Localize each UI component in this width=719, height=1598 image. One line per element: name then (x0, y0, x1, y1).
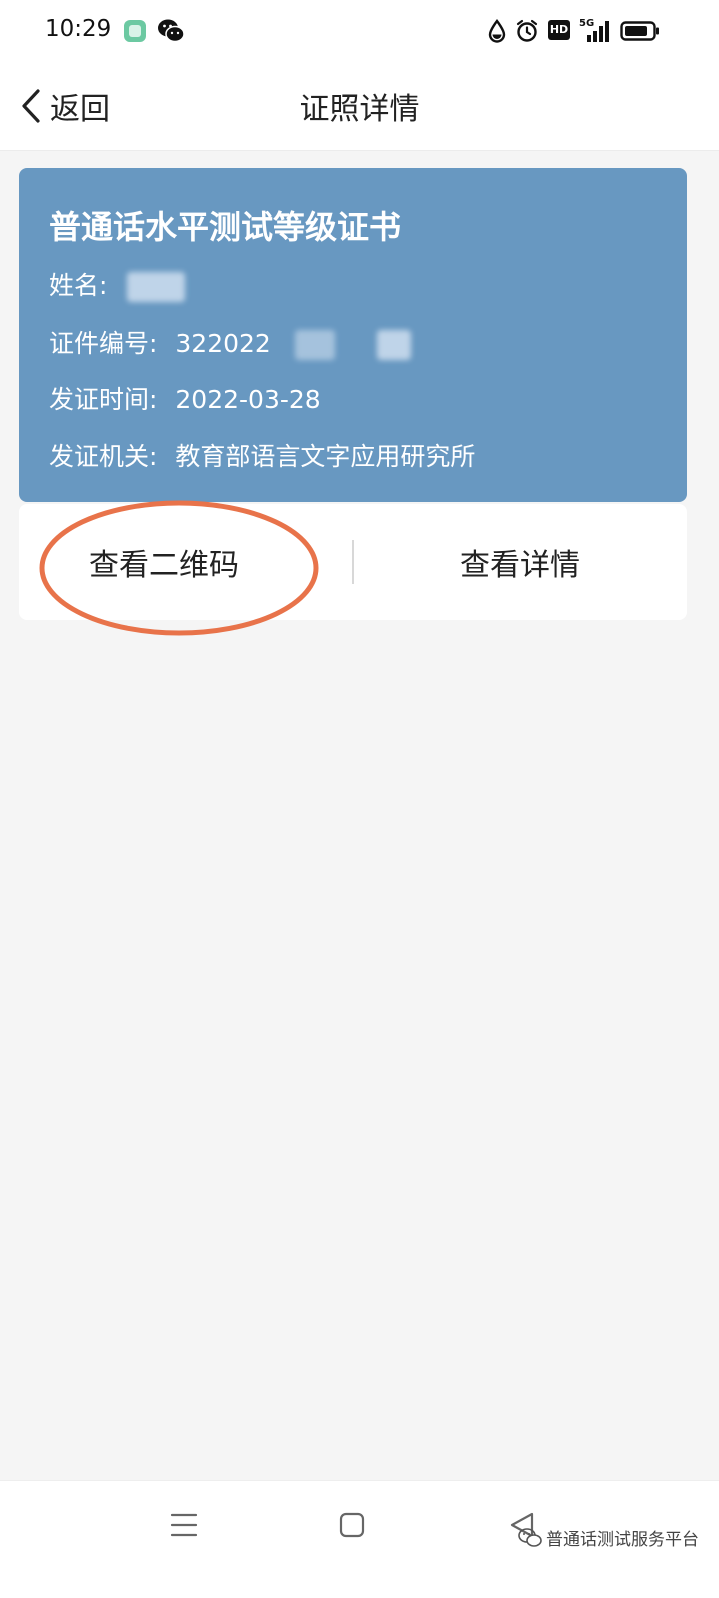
menu-icon[interactable] (170, 1511, 198, 1539)
status-icons: HD 5G (488, 17, 663, 45)
name-row: 姓名: (49, 266, 186, 302)
page-title: 证照详情 (299, 92, 420, 127)
hd-badge: HD (548, 20, 570, 40)
wechat-logo-icon (518, 1527, 542, 1547)
watermark: 普通话测试服务平台 (518, 1525, 699, 1550)
issuer-label: 发证机关: (49, 442, 158, 471)
certificate-title: 普通话水平测试等级证书 (49, 208, 402, 246)
issuer-row: 发证机关: 教育部语言文字应用研究所 (49, 437, 475, 473)
number-value: 322022 (175, 329, 271, 358)
number-row: 证件编号: 322022 (49, 324, 411, 360)
issue-date-row: 发证时间: 2022-03-28 (49, 380, 321, 416)
alarm-clock-icon (516, 19, 538, 42)
wechat-icon (158, 19, 185, 43)
name-label: 姓名: (49, 271, 108, 300)
battery-icon (620, 21, 659, 41)
issue-date-label: 发证时间: (49, 385, 158, 414)
view-details-button[interactable]: 查看详情 (353, 504, 687, 620)
watermark-text: 普通话测试服务平台 (546, 1530, 699, 1550)
certificate-card: 普通话水平测试等级证书 姓名: 证件编号: 322022 发证时间: 2022-… (19, 168, 687, 502)
issuer-value: 教育部语言文字应用研究所 (175, 442, 476, 471)
signal-icon (587, 21, 609, 42)
number-redacted (294, 330, 335, 360)
system-nav-bar: 普通话测试服务平台 (0, 1480, 719, 1598)
nav-bar: 返回 证照详情 (0, 62, 719, 151)
issue-date-value: 2022-03-28 (175, 385, 321, 414)
home-icon[interactable] (339, 1512, 365, 1538)
status-bar: 10:29 HD 5G (0, 0, 719, 62)
view-qr-code-button[interactable]: 查看二维码 (19, 504, 353, 620)
action-panel: 查看二维码 查看详情 (19, 504, 687, 620)
status-time: 10:29 (45, 16, 112, 42)
app-notification-icon (124, 20, 146, 42)
number-redacted-2 (376, 330, 411, 360)
number-label: 证件编号: (49, 329, 158, 358)
name-redacted (127, 272, 186, 302)
water-drop-icon (488, 19, 506, 43)
